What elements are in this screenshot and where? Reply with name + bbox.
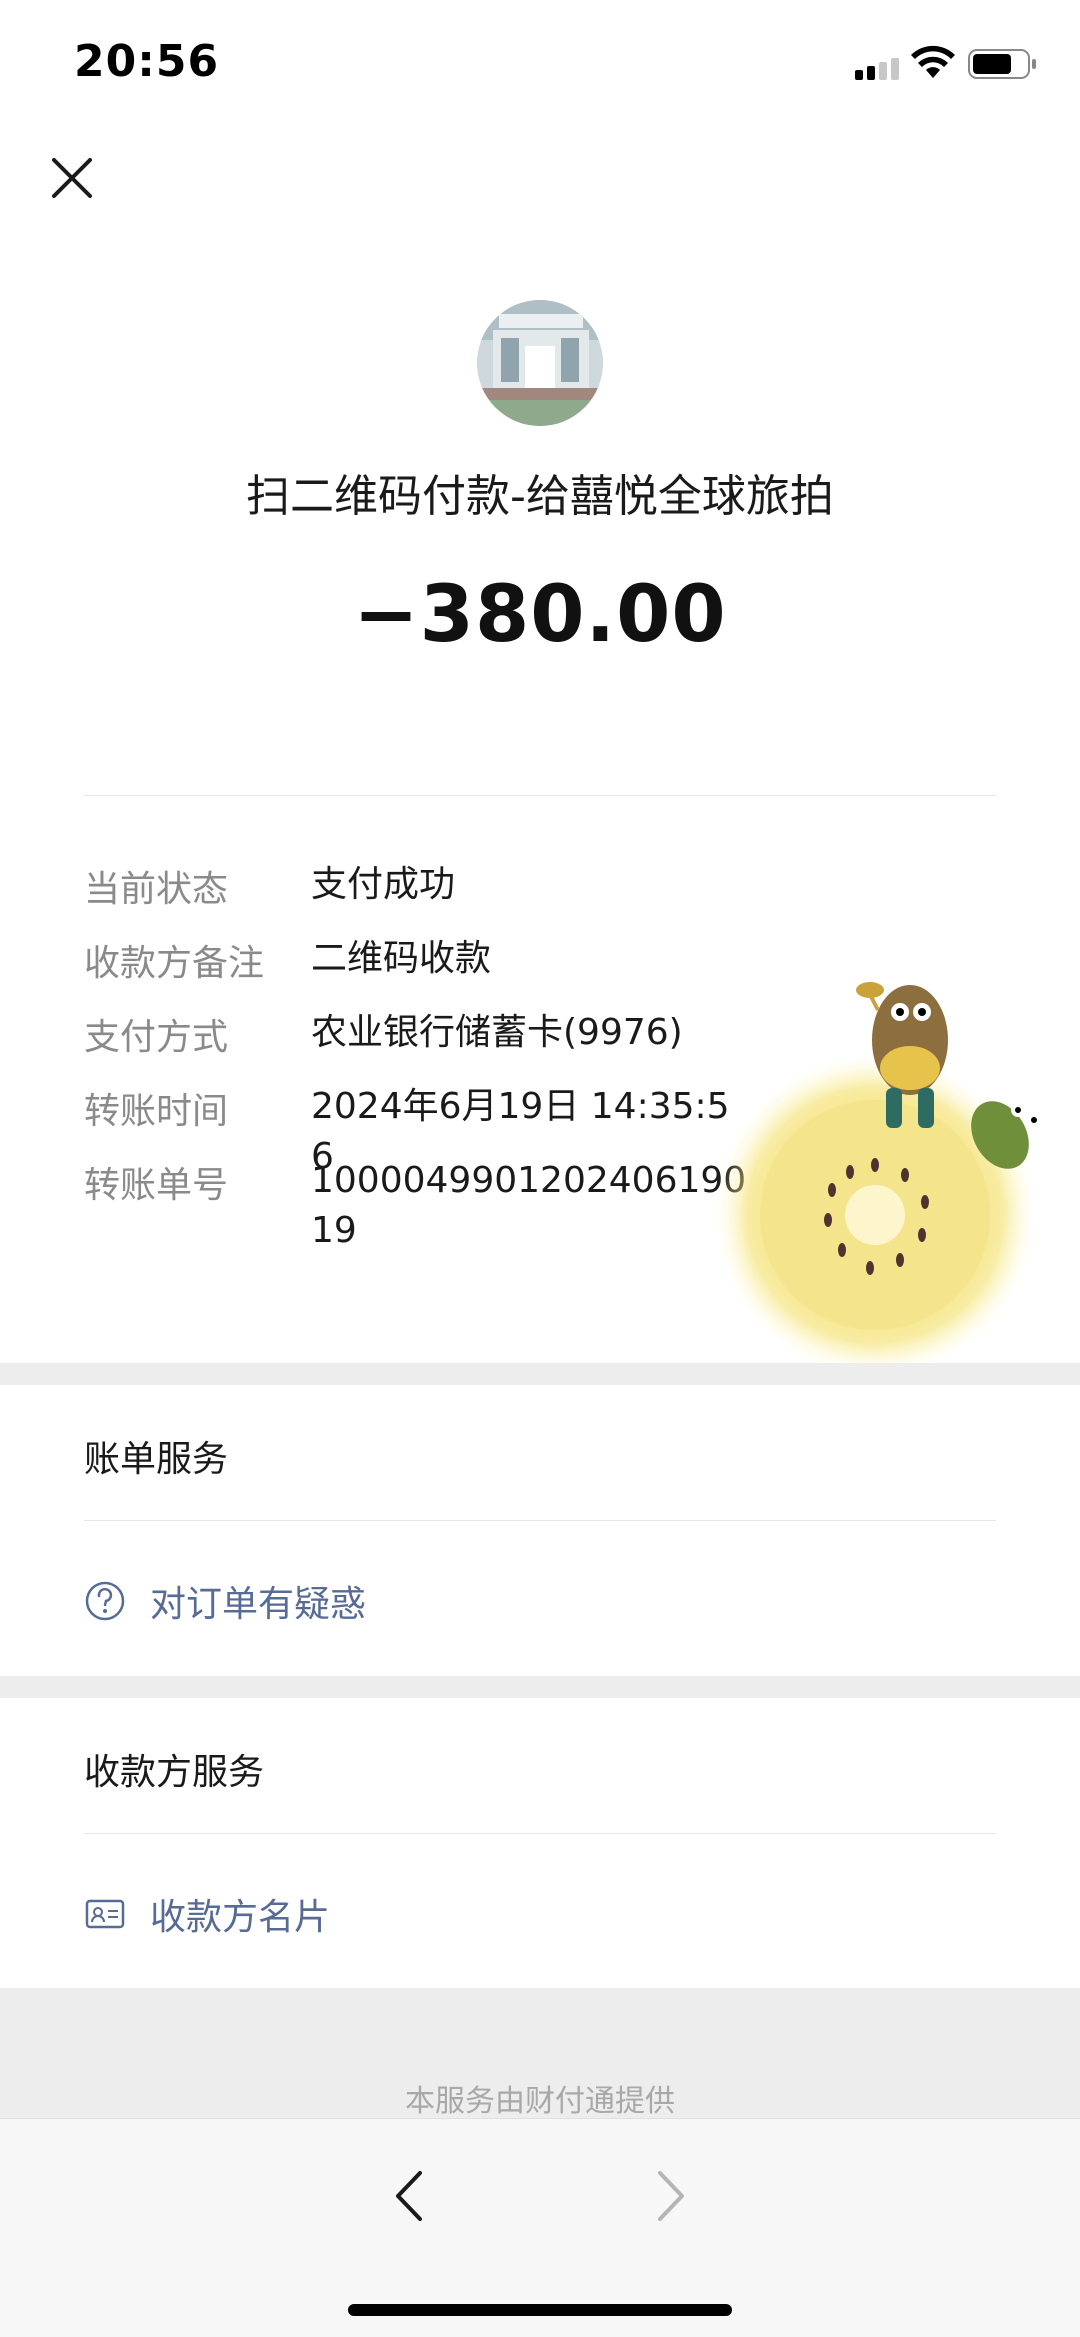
divider bbox=[84, 1520, 996, 1521]
status-bar: 20:56 bbox=[0, 0, 1080, 130]
section-gap bbox=[0, 1363, 1080, 1385]
link-label: 收款方名片 bbox=[150, 1897, 331, 1938]
section-title: 收款方服务 bbox=[84, 1752, 265, 1793]
footer-text: 本服务由财付通提供 bbox=[405, 2084, 675, 2119]
link-label: 对订单有疑惑 bbox=[150, 1584, 367, 1625]
battery-icon bbox=[968, 49, 1036, 79]
bottom-toolbar bbox=[0, 2118, 1080, 2337]
wifi-icon bbox=[911, 45, 955, 78]
detail-value: 支付成功 bbox=[311, 864, 456, 905]
bill-service-section: 账单服务 对订单有疑惑 bbox=[0, 1385, 1080, 1675]
business-card-icon bbox=[85, 1899, 125, 1929]
payee-avatar bbox=[477, 300, 603, 426]
payee-title: 扫二维码付款-给囍悦全球旅拍 bbox=[246, 471, 834, 522]
kiwi-decoration-icon bbox=[715, 982, 1041, 1370]
divider bbox=[84, 1833, 996, 1834]
detail-value[interactable]: 100004990120240619019 bbox=[311, 1156, 751, 1256]
close-icon[interactable] bbox=[46, 152, 98, 204]
payee-service-section: 收款方服务 收款方名片 bbox=[0, 1698, 1080, 1988]
order-question-link[interactable]: 对订单有疑惑 bbox=[84, 1575, 366, 1627]
chevron-left-icon[interactable] bbox=[382, 2161, 438, 2231]
detail-value: 二维码收款 bbox=[311, 938, 492, 979]
detail-value: 农业银行储蓄卡(9976) bbox=[311, 1012, 683, 1053]
detail-label: 当前状态 bbox=[84, 869, 229, 910]
divider bbox=[84, 795, 996, 796]
chevron-right-icon[interactable] bbox=[642, 2161, 698, 2231]
detail-label: 收款方备注 bbox=[84, 943, 265, 984]
cellular-signal-icon bbox=[855, 58, 899, 80]
detail-label: 转账单号 bbox=[84, 1165, 229, 1206]
detail-label: 支付方式 bbox=[84, 1017, 229, 1058]
status-time: 20:56 bbox=[74, 36, 220, 87]
detail-row-status: 当前状态 支付成功 bbox=[84, 860, 996, 934]
payment-amount: −380.00 bbox=[353, 570, 727, 660]
section-gap bbox=[0, 1676, 1080, 1698]
payee-card-link[interactable]: 收款方名片 bbox=[84, 1888, 330, 1940]
section-title: 账单服务 bbox=[84, 1439, 229, 1480]
question-circle-icon bbox=[85, 1581, 125, 1621]
payment-detail-page: 20:56 扫二维码付款-给囍悦全球旅拍 −380.00 当前状态 支付成功 收… bbox=[0, 0, 1080, 2337]
detail-label: 转账时间 bbox=[84, 1091, 229, 1132]
home-indicator bbox=[348, 2304, 732, 2316]
